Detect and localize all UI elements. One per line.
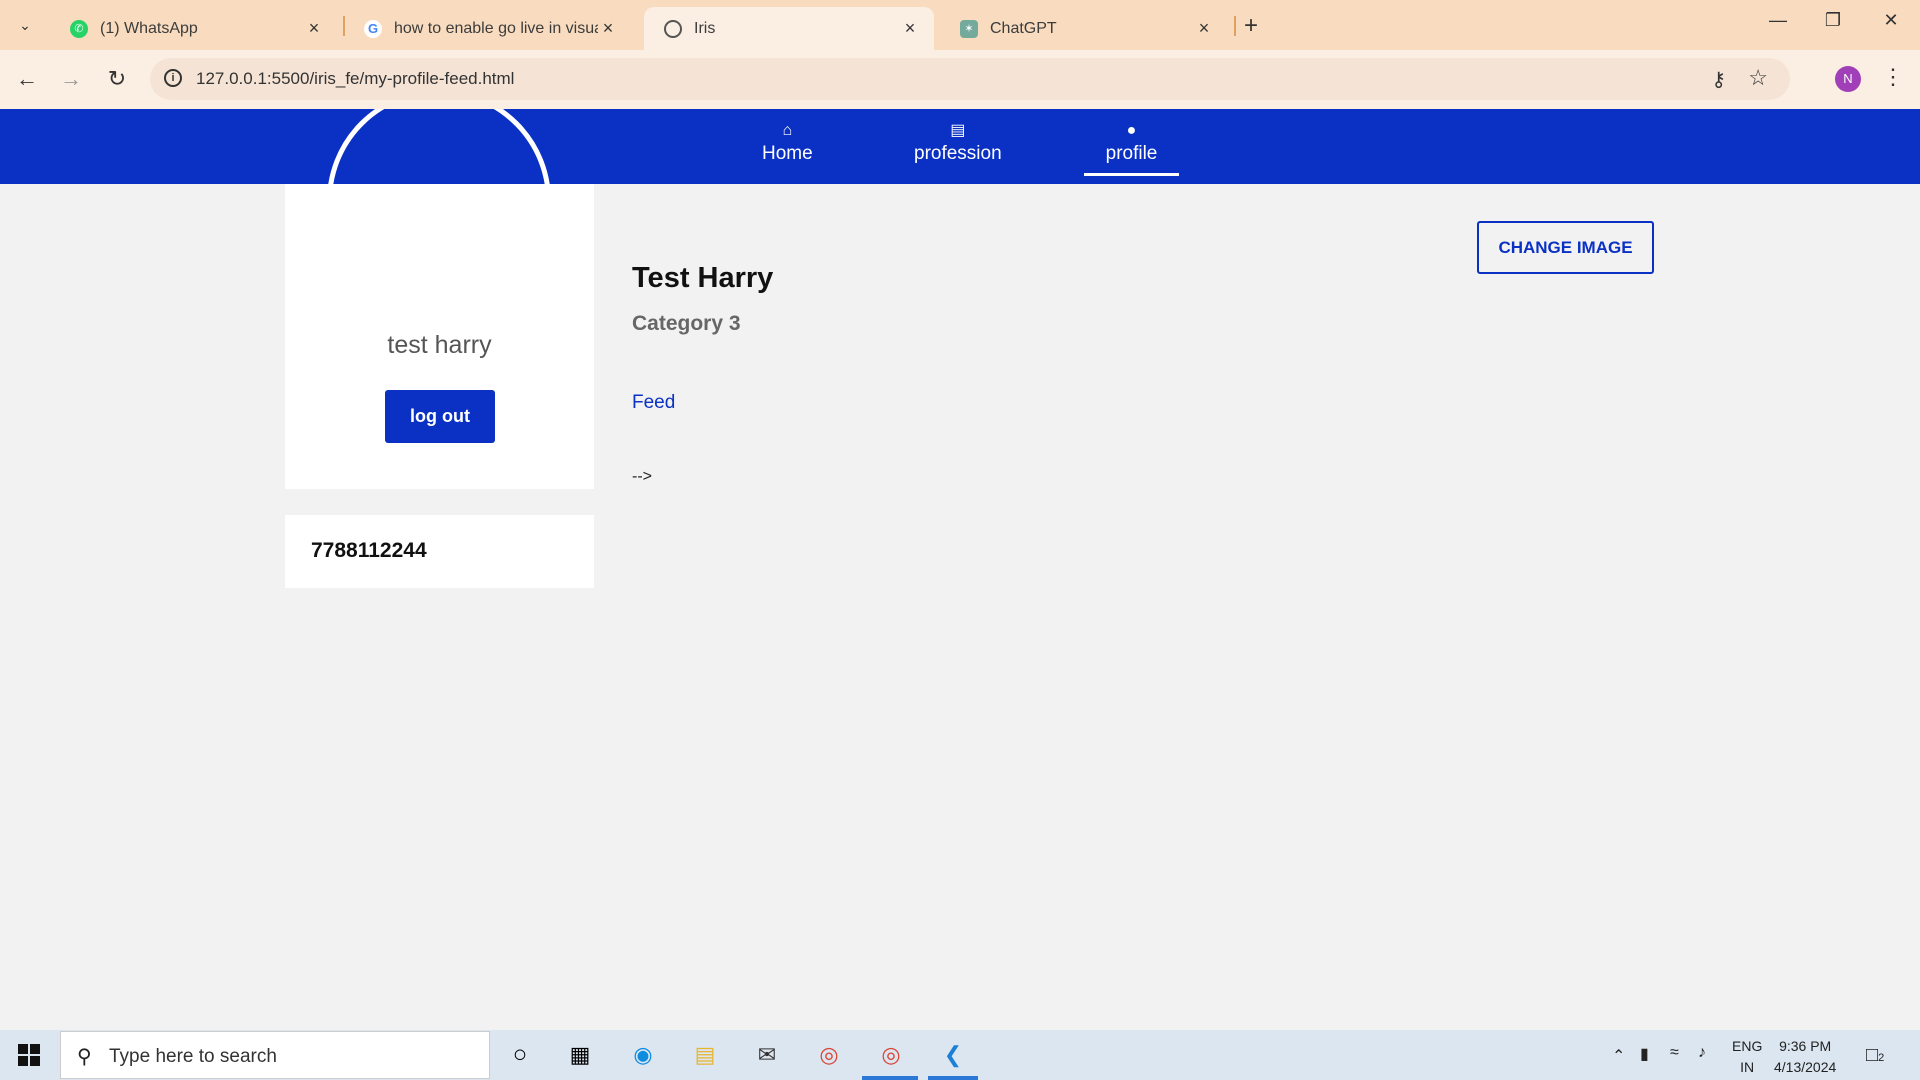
- browser-toolbar: ← → ↻ i 127.0.0.1:5500/iris_fe/my-profil…: [0, 50, 1920, 109]
- cortana-circle-icon[interactable]: ○: [503, 1038, 537, 1072]
- show-hidden-icons-chevron-icon[interactable]: ⌃: [1612, 1046, 1625, 1066]
- task-view-icon[interactable]: ▦: [563, 1038, 597, 1072]
- windows-start-icon[interactable]: [18, 1044, 40, 1066]
- feed-link[interactable]: Feed: [632, 392, 675, 414]
- browser-menu-icon[interactable]: ⋮: [1882, 64, 1904, 90]
- whatsapp-icon: ✆: [70, 19, 88, 38]
- close-icon[interactable]: ×: [900, 18, 920, 39]
- minimize-icon[interactable]: —: [1758, 10, 1798, 31]
- tab-title: ChatGPT: [990, 19, 1057, 37]
- tab-google-search[interactable]: G how to enable go live in visual s ×: [344, 7, 632, 50]
- nav-profession[interactable]: ▤ profession: [914, 123, 1002, 165]
- notification-center-icon[interactable]: □2: [1866, 1044, 1884, 1067]
- nav-home[interactable]: ⌂ Home: [762, 123, 813, 165]
- search-icon: ⚲: [77, 1046, 92, 1068]
- language-code: ENG: [1732, 1038, 1763, 1054]
- restore-icon[interactable]: ❐: [1813, 10, 1853, 31]
- clock-date: 4/13/2024: [1774, 1059, 1837, 1075]
- change-image-button[interactable]: CHANGE IMAGE: [1477, 221, 1654, 274]
- close-icon[interactable]: ×: [1194, 18, 1214, 39]
- volume-icon[interactable]: ♪: [1698, 1044, 1706, 1062]
- profile-title: Test Harry: [632, 262, 774, 294]
- password-key-icon[interactable]: ⚷: [1711, 67, 1726, 92]
- back-arrow-icon[interactable]: ←: [14, 66, 40, 92]
- profile-category: Category 3: [632, 312, 741, 335]
- profile-username: test harry: [387, 331, 492, 359]
- phone-number: 7788112244: [311, 539, 427, 562]
- chrome-profile-icon[interactable]: ◎: [874, 1038, 908, 1072]
- nav-label: profession: [914, 143, 1002, 164]
- tab-search-chevron-icon[interactable]: ⌄: [12, 12, 38, 38]
- window-close-icon[interactable]: ✕: [1871, 10, 1911, 31]
- windows-taskbar: ⚲ Type here to search ○ ▦ ◉ ▤ ✉ ◎ ◎ ❮ ⌃ …: [0, 1030, 1920, 1080]
- reload-icon[interactable]: ↻: [104, 66, 130, 92]
- browser-profile-avatar[interactable]: N: [1835, 66, 1861, 92]
- globe-icon: [664, 19, 682, 38]
- new-tab-plus-icon[interactable]: +: [1244, 12, 1258, 40]
- chrome-icon[interactable]: ◎: [812, 1038, 846, 1072]
- region-code: IN: [1740, 1059, 1755, 1075]
- edge-browser-icon[interactable]: ◉: [626, 1038, 660, 1072]
- wifi-icon[interactable]: ≈: [1670, 1044, 1679, 1062]
- site-info-icon[interactable]: i: [164, 69, 182, 87]
- address-bar[interactable]: i 127.0.0.1:5500/iris_fe/my-profile-feed…: [150, 58, 1790, 100]
- forward-arrow-icon[interactable]: →: [58, 66, 84, 92]
- google-icon: G: [364, 19, 382, 38]
- vscode-active-indicator: [928, 1076, 978, 1080]
- language-indicator[interactable]: ENG IN: [1732, 1036, 1762, 1078]
- tab-title: (1) WhatsApp: [100, 19, 198, 37]
- clock-time: 9:36 PM: [1779, 1038, 1832, 1054]
- nav-label: profile: [1105, 143, 1158, 164]
- file-explorer-icon[interactable]: ▤: [688, 1038, 722, 1072]
- phone-card: 7788112244: [285, 515, 594, 588]
- tab-iris[interactable]: Iris ×: [644, 7, 934, 50]
- mail-icon[interactable]: ✉: [750, 1038, 784, 1072]
- chatgpt-icon: ✶: [960, 19, 978, 38]
- tab-chatgpt[interactable]: ✶ ChatGPT ×: [940, 7, 1228, 50]
- briefcase-icon: ▤: [950, 122, 966, 139]
- battery-icon[interactable]: ▮: [1640, 1044, 1649, 1064]
- tab-divider: [1234, 16, 1236, 36]
- stray-comment-text: -->: [632, 468, 652, 485]
- nav-profile[interactable]: ● profile: [1084, 123, 1179, 176]
- search-placeholder: Type here to search: [109, 1046, 277, 1067]
- url-text[interactable]: 127.0.0.1:5500/iris_fe/my-profile-feed.h…: [196, 69, 514, 89]
- user-icon: ●: [1126, 122, 1137, 139]
- tab-whatsapp[interactable]: ✆ (1) WhatsApp ×: [50, 7, 338, 50]
- close-icon[interactable]: ×: [598, 18, 618, 39]
- app-navbar: ⌂ Home ▤ profession ● profile: [0, 109, 1920, 184]
- profile-picture-ring: [327, 109, 551, 184]
- nav-label: Home: [762, 143, 813, 164]
- bookmark-star-icon[interactable]: ☆: [1748, 65, 1768, 91]
- vscode-icon[interactable]: ❮: [936, 1038, 970, 1072]
- tab-title: how to enable go live in visual s: [394, 19, 598, 37]
- taskbar-search-box[interactable]: ⚲ Type here to search: [60, 1031, 490, 1079]
- logout-button[interactable]: log out: [385, 390, 495, 443]
- taskbar-clock[interactable]: 9:36 PM 4/13/2024: [1774, 1036, 1836, 1078]
- notification-count: 2: [1878, 1052, 1885, 1064]
- browser-tab-strip: ⌄ ✆ (1) WhatsApp × G how to enable go li…: [0, 0, 1920, 50]
- tab-title: Iris: [694, 19, 716, 37]
- home-icon: ⌂: [782, 122, 793, 139]
- profile-card: test harry log out: [285, 184, 594, 489]
- close-icon[interactable]: ×: [304, 18, 324, 39]
- chrome-active-indicator: [862, 1076, 918, 1080]
